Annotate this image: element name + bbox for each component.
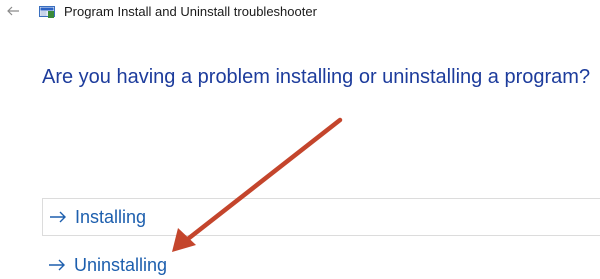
arrow-right-icon [50,211,66,223]
page-heading: Are you having a problem installing or u… [42,66,591,88]
window-title: Program Install and Uninstall troublesho… [64,4,317,19]
back-button[interactable] [4,4,22,22]
troubleshooter-window: Program Install and Uninstall troublesho… [0,0,600,279]
annotation-arrow [172,117,343,252]
title-bar: Program Install and Uninstall troublesho… [0,0,600,32]
uninstalling-label: Uninstalling [74,255,168,275]
program-troubleshooter-icon [39,6,55,18]
installing-option[interactable]: Installing [42,198,600,236]
installing-label: Installing [75,207,147,227]
uninstalling-option[interactable]: Uninstalling [42,246,600,279]
arrow-right-icon [49,259,65,271]
back-arrow-icon [7,6,19,16]
